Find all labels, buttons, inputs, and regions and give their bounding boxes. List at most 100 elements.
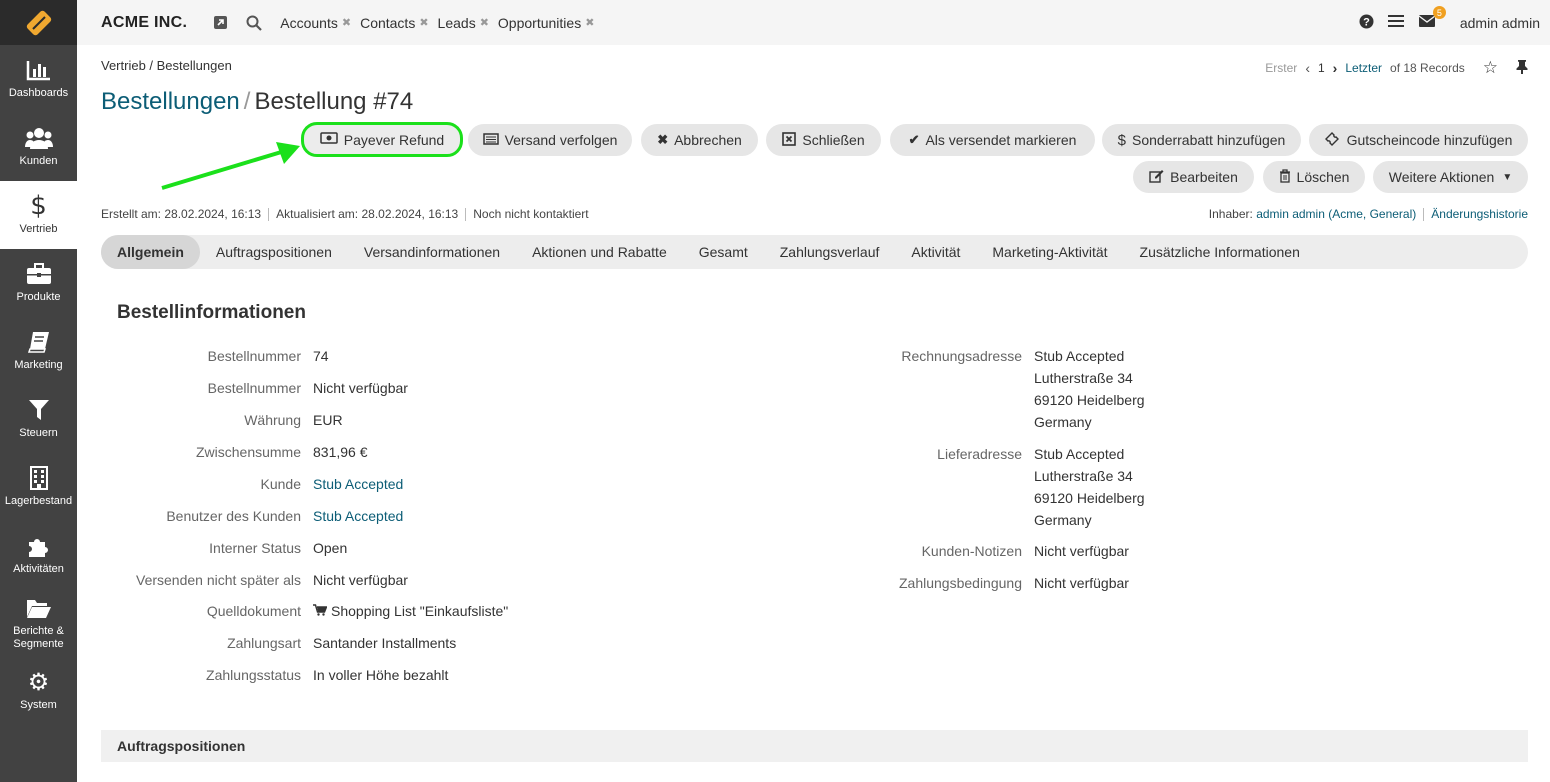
sidebar-item-label: System [20,699,57,711]
ticket-icon [1324,131,1341,149]
close-icon[interactable]: ✖ [419,16,428,29]
button-label: Gutscheincode hinzufügen [1346,132,1513,148]
breadcrumb: Vertrieb / Bestellungen [101,58,232,73]
tab-aktivitaet[interactable]: Aktivität [895,235,976,269]
briefcase-icon [26,262,52,286]
puzzle-icon [27,534,51,558]
building-icon [29,466,49,490]
button-label: Versand verfolgen [504,132,618,148]
close-icon[interactable]: ✖ [585,16,594,29]
sidebar-item-system[interactable]: ⚙ System [0,657,77,725]
special-discount-button[interactable]: $ Sonderrabatt hinzufügen [1102,124,1301,156]
button-label: Als versendet markieren [925,132,1077,148]
sidebar-item-berichte[interactable]: Berichte & Segmente [0,589,77,657]
tab-gesamt[interactable]: Gesamt [683,235,764,269]
tab-versandinformationen[interactable]: Versandinformationen [348,235,516,269]
check-icon: ✔ [908,132,920,147]
pager-last[interactable]: Letzter [1345,61,1382,75]
title-entity-link[interactable]: Bestellungen [101,88,240,115]
sidebar-item-kunden[interactable]: Kunden [0,113,77,181]
track-shipping-button[interactable]: Versand verfolgen [468,124,632,156]
owner-org[interactable]: (Acme, General) [1328,207,1416,221]
external-link-icon[interactable] [213,15,228,30]
users-icon [24,126,53,150]
address-line: Stub Accepted [1034,348,1125,364]
edit-button[interactable]: Bearbeiten [1133,161,1254,193]
owner-link[interactable]: admin admin [1256,207,1325,221]
field-value: Nicht verfügbar [1034,543,1129,559]
chevron-right-icon[interactable]: › [1333,60,1338,76]
star-icon[interactable]: ☆ [1483,58,1498,78]
shortcut-accounts[interactable]: Accounts ✖ [280,15,351,31]
gear-icon: ⚙ [27,668,50,696]
button-label: Weitere Aktionen [1388,169,1495,185]
shortcut-label: Leads [437,14,476,31]
tab-marketing-aktivitaet[interactable]: Marketing-Aktivität [976,235,1123,269]
sidebar-item-vertrieb[interactable]: $ Vertrieb [0,181,77,249]
shortcut-leads[interactable]: Leads ✖ [438,15,489,31]
tab-auftragspositionen[interactable]: Auftragspositionen [200,235,348,269]
delete-button[interactable]: Löschen [1263,161,1365,193]
record-pager: Erster ‹ 1 › Letzter of 18 Records ☆ [1265,58,1528,78]
field-value: Nicht verfügbar [1034,575,1129,591]
sidebar-item-lagerbestand[interactable]: Lagerbestand [0,453,77,521]
filter-icon [28,398,50,422]
field-value: 74 [313,348,329,364]
updated-at: Aktualisiert am: 28.02.2024, 16:13 [276,207,459,221]
tab-aktionen-rabatte[interactable]: Aktionen und Rabatte [516,235,683,269]
help-icon[interactable]: ? [1359,14,1374,32]
brand-name[interactable]: ACME INC. [101,14,187,32]
field-label: Rechnungsadresse [901,348,1022,364]
notifications-button[interactable]: 5 [1418,6,1446,31]
shortcut-contacts[interactable]: Contacts ✖ [360,15,428,31]
close-icon[interactable]: ✖ [480,16,489,29]
tab-zusaetzliche-informationen[interactable]: Zusätzliche Informationen [1124,235,1316,269]
close-icon[interactable]: ✖ [342,16,351,29]
tab-zahlungsverlauf[interactable]: Zahlungsverlauf [764,235,896,269]
sidebar-item-dashboards[interactable]: Dashboards [0,45,77,113]
sidebar-item-label: Steuern [19,427,58,439]
pin-icon[interactable] [1516,59,1528,77]
field-label: Interner Status [209,540,301,556]
sidebar-item-label: Aktivitäten [13,563,64,575]
sidebar-item-steuern[interactable]: Steuern [0,385,77,453]
search-icon[interactable] [246,15,263,31]
field-label: Kunde [260,476,301,492]
field-label: Bestellnummer [207,348,301,364]
sidebar-item-produkte[interactable]: Produkte [0,249,77,317]
contact-status: Noch nicht kontaktiert [473,207,589,221]
field-label: Zahlungsstatus [206,667,301,683]
change-history-link[interactable]: Änderungshistorie [1431,207,1528,221]
field-value: Open [313,540,348,556]
customer-user-link[interactable]: Stub Accepted [313,505,403,527]
svg-text:?: ? [1363,16,1370,28]
close-box-icon [782,131,797,149]
payever-refund-button[interactable]: Payever Refund [301,122,463,157]
sidebar-item-aktivitaeten[interactable]: Aktivitäten [0,521,77,589]
chevron-left-icon[interactable]: ‹ [1305,60,1310,76]
app-logo[interactable] [0,0,77,45]
caret-down-icon: ▼ [1502,171,1513,183]
user-menu[interactable]: admin admin [1460,15,1540,31]
close-order-button[interactable]: Schließen [766,124,881,156]
more-actions-dropdown[interactable]: Weitere Aktionen ▼ [1373,161,1528,193]
cancel-button[interactable]: ✖ Abbrechen [641,124,758,156]
field-label: Zahlungsart [227,635,301,651]
folder-icon [26,596,52,620]
field-label: Kunden-Notizen [921,543,1022,559]
source-document[interactable]: Shopping List "Einkaufsliste" [313,600,508,622]
customer-link[interactable]: Stub Accepted [313,473,403,495]
top-bar: ACME INC. Accounts ✖ Contacts ✖ Leads ✖ Opp… [77,0,1550,45]
book-icon [27,330,51,354]
mark-shipped-button[interactable]: ✔ Als versendet markieren [890,124,1095,156]
menu-icon[interactable] [1387,14,1404,31]
coupon-code-button[interactable]: Gutscheincode hinzufügen [1309,124,1528,156]
dollar-icon: $ [30,191,47,221]
title-record: Bestellung #74 [254,88,414,115]
tab-allgemein[interactable]: Allgemein [101,235,200,269]
sidebar-item-marketing[interactable]: Marketing [0,317,77,385]
shortcut-opportunities[interactable]: Opportunities ✖ [498,15,595,31]
field-label: Versenden nicht später als [136,572,301,588]
button-label: Payever Refund [343,131,445,148]
sidebar-item-label: Marketing [14,359,63,371]
